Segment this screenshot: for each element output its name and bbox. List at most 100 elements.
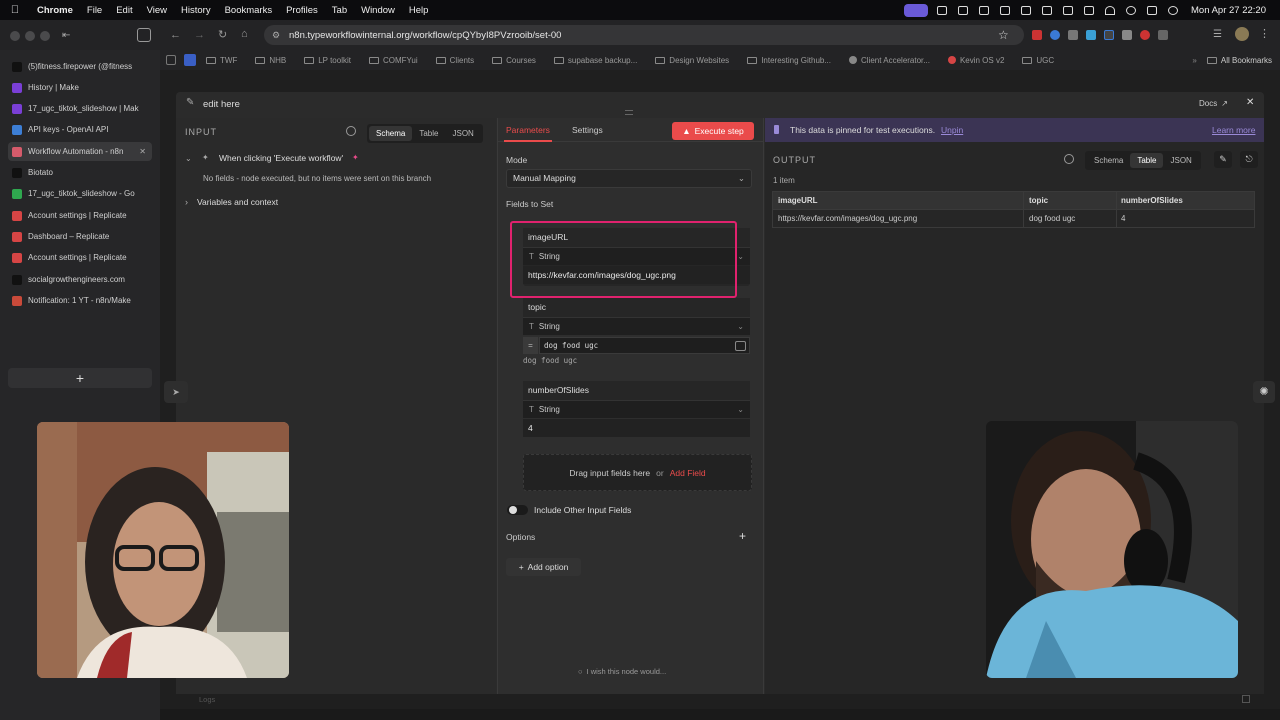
profile-avatar[interactable] (1235, 27, 1249, 41)
column-header[interactable]: topic (1029, 196, 1048, 205)
drag-drop-zone[interactable]: Drag input fields here or Add Field (523, 454, 752, 491)
close-icon[interactable]: ✕ (1246, 97, 1254, 108)
menu-profiles[interactable]: Profiles (279, 5, 325, 16)
table-cell[interactable]: 4 (1121, 214, 1125, 223)
tab-grid-icon[interactable] (137, 28, 151, 42)
docs-link[interactable]: Docs ↗ (1199, 99, 1228, 108)
unpin-link[interactable]: Unpin (941, 125, 963, 135)
extension-icon[interactable] (1086, 30, 1096, 40)
window-zoom-button[interactable] (40, 31, 50, 41)
forward-icon[interactable]: → (194, 29, 205, 41)
menu-help[interactable]: Help (402, 5, 436, 16)
sidebar-tab[interactable]: (5)fitness.firepower (@fitness (8, 57, 152, 76)
input-view-schema[interactable]: Schema (369, 126, 413, 141)
display-icon[interactable] (931, 3, 952, 17)
status-icon[interactable] (952, 3, 973, 17)
output-view-schema[interactable]: Schema (1087, 153, 1130, 168)
field-type-select[interactable]: T String ⌄ (523, 317, 750, 335)
extension-icon[interactable] (1068, 30, 1078, 40)
field-type-select[interactable]: T String ⌄ (523, 400, 750, 418)
input-view-table[interactable]: Table (412, 126, 445, 141)
more-menu-icon[interactable]: ⋮ (1259, 27, 1270, 40)
utility-icon[interactable] (1057, 3, 1078, 17)
bookmarks-overflow-icon[interactable]: » (1192, 56, 1196, 65)
wifi-icon[interactable] (1099, 3, 1120, 17)
field-name-input[interactable]: numberOfSlides (523, 381, 750, 400)
search-icon[interactable] (346, 126, 356, 136)
output-view-table[interactable]: Table (1130, 153, 1164, 168)
sidebar-tab[interactable]: Biotato (8, 163, 152, 182)
search-icon[interactable] (1064, 154, 1074, 164)
sidebar-tab[interactable]: Account settings | Replicate (8, 248, 152, 267)
expand-editor-icon[interactable] (735, 341, 746, 351)
bookmark-favicon-icon[interactable] (184, 54, 196, 66)
field-value-input[interactable]: 4 (523, 419, 750, 437)
node-title[interactable]: edit here (203, 99, 240, 110)
field-name-input[interactable]: topic (523, 298, 750, 317)
sidebar-tab[interactable]: 17_ugc_tiktok_slideshow - Go (8, 184, 152, 203)
window-minimize-button[interactable] (25, 31, 35, 41)
all-bookmarks[interactable]: All Bookmarks (1206, 56, 1272, 65)
reload-icon[interactable]: ↻ (218, 28, 227, 41)
sidebar-tab[interactable]: 17_ugc_tiktok_slideshow | Mak (8, 99, 152, 118)
back-icon[interactable]: ← (170, 29, 181, 41)
feedback-link[interactable]: ○ I wish this node would... (578, 667, 666, 676)
bookmark-link[interactable]: Kevin OS v2 (947, 56, 1004, 65)
bookmark-folder[interactable]: LP toolkit (304, 56, 351, 65)
bookmark-star-icon[interactable]: ☆ (998, 28, 1009, 42)
table-cell[interactable]: https://kevfar.com/images/dog_ugc.png (778, 214, 917, 223)
chevron-right-icon[interactable]: › (185, 197, 188, 207)
puzzle-icon[interactable] (1158, 30, 1168, 40)
menu-history[interactable]: History (174, 5, 218, 16)
sidebar-tab[interactable]: Account settings | Replicate (8, 206, 152, 225)
bookmark-link[interactable]: Client Accelerator... (849, 56, 930, 65)
extension-icon[interactable] (1122, 30, 1132, 40)
column-header[interactable]: imageURL (778, 196, 818, 205)
learn-more-link[interactable]: Learn more (1212, 125, 1255, 135)
new-tab-button[interactable]: + (8, 368, 152, 388)
logs-label[interactable]: Logs (199, 695, 215, 704)
menu-bookmarks[interactable]: Bookmarks (218, 5, 280, 16)
trigger-node-name[interactable]: When clicking 'Execute workflow' (219, 153, 343, 163)
ai-assistant-icon[interactable]: ✺ (1253, 381, 1275, 403)
bookmark-folder[interactable]: Courses (492, 56, 536, 65)
mode-select[interactable]: Manual Mapping ⌄ (506, 169, 752, 188)
input-view-json[interactable]: JSON (445, 126, 480, 141)
bookmark-folder[interactable]: supabase backup... (553, 56, 637, 65)
menu-file[interactable]: File (80, 5, 109, 16)
extension-icon[interactable] (994, 3, 1015, 17)
tab-parameters[interactable]: Parameters (506, 125, 550, 135)
expression-icon[interactable]: = (523, 337, 538, 354)
bookmark-folder[interactable]: COMFYui (368, 56, 418, 65)
sidebar-toggle-icon[interactable]: ⇤ (62, 30, 70, 41)
column-header[interactable]: numberOfSlides (1121, 196, 1183, 205)
extension-icon[interactable] (1140, 30, 1150, 40)
expression-input[interactable]: dog food ugc (539, 337, 750, 354)
discord-icon[interactable] (1036, 3, 1057, 17)
recording-icon[interactable] (901, 3, 931, 17)
output-view-json[interactable]: JSON (1163, 153, 1198, 168)
user-icon[interactable] (1162, 3, 1183, 17)
bookmark-folder[interactable]: UGC (1022, 56, 1054, 65)
play-icon[interactable] (1078, 3, 1099, 17)
cursor-icon[interactable]: ➤ (164, 381, 188, 403)
bookmark-folder[interactable]: Clients (435, 56, 474, 65)
sidebar-tab[interactable]: API keys - OpenAI API (8, 120, 152, 139)
include-other-toggle[interactable] (507, 505, 528, 515)
edit-icon[interactable]: ✎ (1214, 151, 1232, 168)
drag-handle-icon[interactable] (625, 110, 633, 115)
bookmark-folder[interactable]: TWF (206, 56, 237, 65)
sidebar-tab[interactable]: Workflow Automation - n8n ✕ (8, 142, 152, 161)
table-cell[interactable]: dog food ugc (1029, 214, 1075, 223)
sidebar-tab[interactable]: Dashboard – Replicate (8, 227, 152, 246)
menu-window[interactable]: Window (354, 5, 402, 16)
bookmark-folder[interactable]: Design Websites (655, 56, 729, 65)
execute-step-button[interactable]: ▲ Execute step (672, 122, 754, 140)
app-menu[interactable]: Chrome (30, 5, 80, 16)
horizontal-scrollbar[interactable] (160, 709, 1280, 720)
tab-settings[interactable]: Settings (572, 125, 603, 135)
window-close-button[interactable] (10, 31, 20, 41)
sidebar-tab[interactable]: socialgrowthengineers.com (8, 270, 152, 289)
menubar-clock[interactable]: Mon Apr 27 22:20 (1183, 5, 1266, 16)
expand-logs-icon[interactable] (1242, 695, 1250, 703)
